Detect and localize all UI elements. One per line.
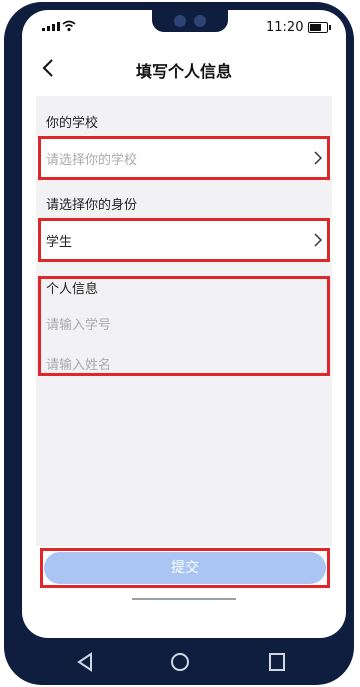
square-recent-icon[interactable] <box>268 652 286 672</box>
battery-icon <box>308 22 331 33</box>
identity-highlight <box>38 218 330 262</box>
home-indicator <box>132 598 236 600</box>
school-label: 你的学校 <box>46 116 99 131</box>
status-bar: 11:20 <box>22 10 346 42</box>
identity-label: 请选择你的身份 <box>46 198 138 213</box>
status-time: 11:20 <box>266 20 304 35</box>
school-highlight <box>38 136 330 180</box>
nav-bar: 填写个人信息 <box>22 46 346 90</box>
page-title: 填写个人信息 <box>135 62 232 81</box>
system-nav-bar <box>4 642 354 682</box>
phone-frame: 11:20 填写个人信息 你的学校 请选择你的学校 请选择你的身份 学生 个人信… <box>4 2 354 685</box>
wifi-icon <box>62 20 76 32</box>
screen: 11:20 填写个人信息 你的学校 请选择你的学校 请选择你的身份 学生 个人信… <box>22 10 346 638</box>
form-content: 你的学校 请选择你的学校 请选择你的身份 学生 个人信息 请输入学号 请输入姓名 <box>36 96 332 546</box>
submit-button[interactable]: 提交 <box>44 552 326 584</box>
signal-icon <box>42 22 60 31</box>
camera-notch <box>152 10 228 32</box>
submit-area: 提交 <box>40 548 330 588</box>
triangle-back-icon[interactable] <box>76 652 94 672</box>
circle-home-icon[interactable] <box>170 652 190 672</box>
personal-info-highlight <box>38 276 330 376</box>
